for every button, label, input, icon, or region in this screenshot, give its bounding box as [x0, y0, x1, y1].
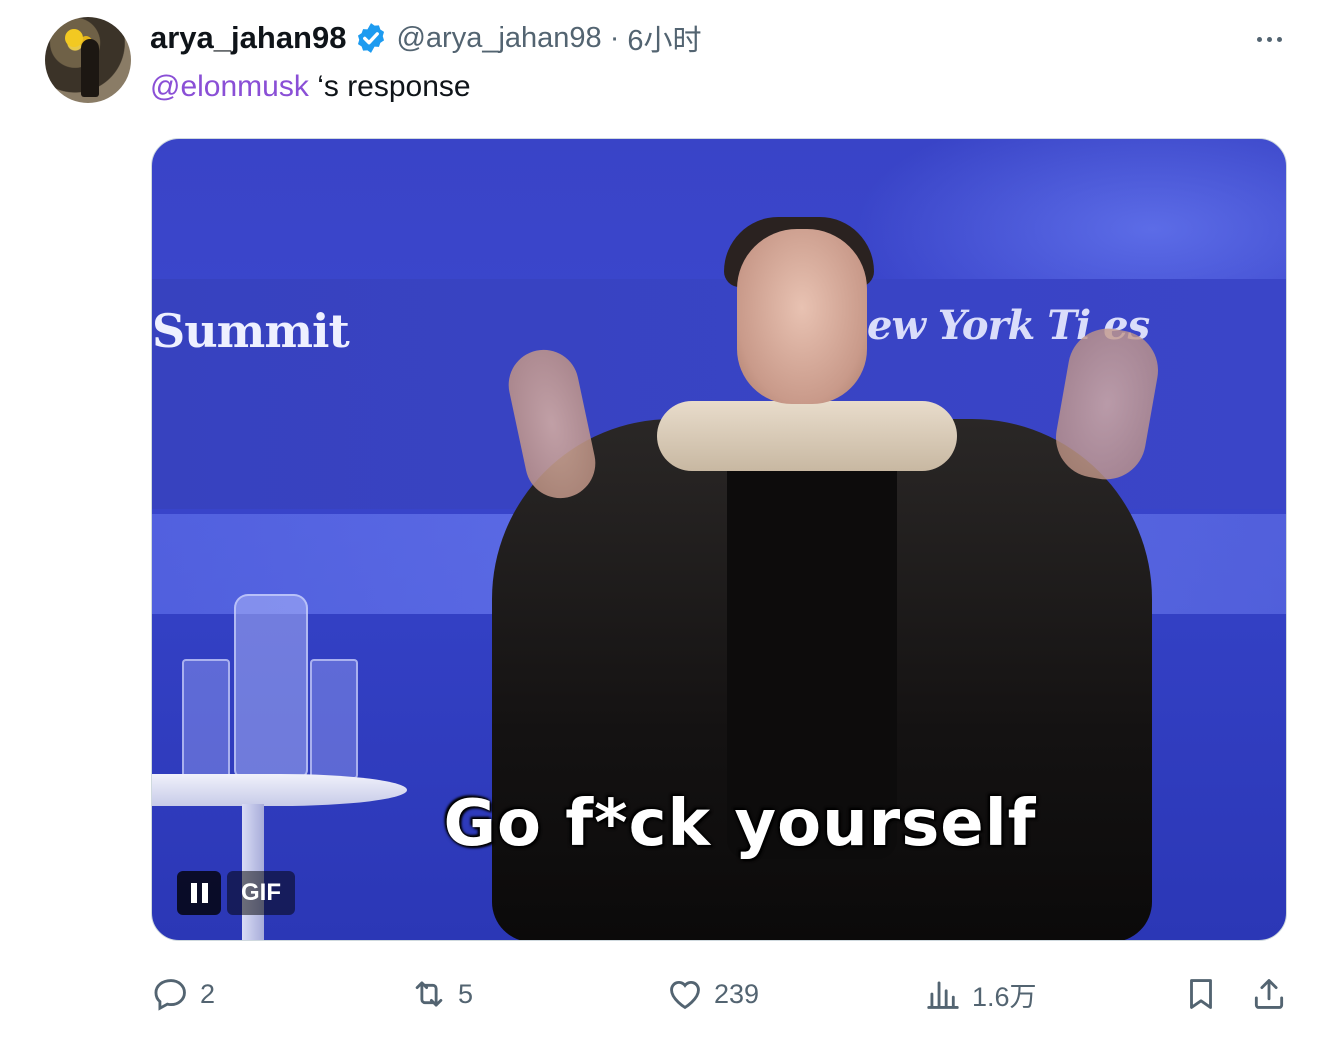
water-glass — [310, 659, 358, 779]
jacket-collar — [657, 401, 957, 471]
avatar-flower-detail — [65, 29, 83, 47]
views-chart-icon — [927, 981, 959, 1009]
gif-badge: GIF — [227, 871, 295, 915]
bookmark-icon — [1190, 979, 1212, 1009]
tweet-text: @elonmusk ‘s response — [150, 70, 471, 104]
like-count: 239 — [714, 978, 760, 1009]
verified-badge-icon — [358, 23, 385, 53]
gif-media[interactable]: Summit ew York Ti es Go f*ck yourself GI… — [151, 138, 1287, 941]
heart-icon — [670, 980, 700, 1010]
reply-icon — [154, 979, 186, 1011]
separator-dot: · — [609, 21, 620, 54]
more-options-icon[interactable] — [1246, 26, 1292, 52]
repost-icon — [415, 981, 443, 1007]
gif-controls: GIF — [177, 871, 295, 915]
bookmark-button[interactable] — [1182, 966, 1220, 1022]
water-carafe — [234, 594, 308, 778]
pause-icon[interactable] — [177, 871, 221, 915]
person-head — [737, 229, 867, 404]
like-button[interactable]: 239 — [666, 966, 759, 1022]
repost-button[interactable]: 5 — [410, 966, 473, 1022]
gif-caption: Go f*ck yourself — [443, 787, 1037, 861]
avatar[interactable] — [45, 17, 131, 103]
display-name[interactable]: arya_jahan98 — [150, 20, 346, 56]
repost-count: 5 — [458, 978, 474, 1009]
share-icon — [1254, 979, 1284, 1009]
reply-count: 2 — [200, 978, 216, 1009]
avatar-figure-detail — [81, 39, 99, 97]
backdrop-summit-text: Summit — [152, 304, 350, 358]
share-button[interactable] — [1250, 966, 1288, 1022]
action-bar: 2 5 239 1.6万 — [0, 966, 1332, 1022]
tweet-header: arya_jahan98 @arya_jahan98 · 6小时 — [150, 18, 702, 58]
user-handle[interactable]: @arya_jahan98 — [396, 22, 601, 55]
water-glass — [182, 659, 230, 779]
tweet-text-body: ‘s response — [308, 70, 471, 103]
reply-button[interactable]: 2 — [152, 966, 215, 1022]
tweet[interactable]: arya_jahan98 @arya_jahan98 · 6小时 @elonmu… — [0, 0, 1332, 1050]
views-button[interactable]: 1.6万 — [924, 966, 1037, 1022]
views-count: 1.6万 — [972, 981, 1037, 1012]
mention-link[interactable]: @elonmusk — [150, 70, 309, 103]
timestamp[interactable]: 6小时 — [627, 17, 701, 59]
